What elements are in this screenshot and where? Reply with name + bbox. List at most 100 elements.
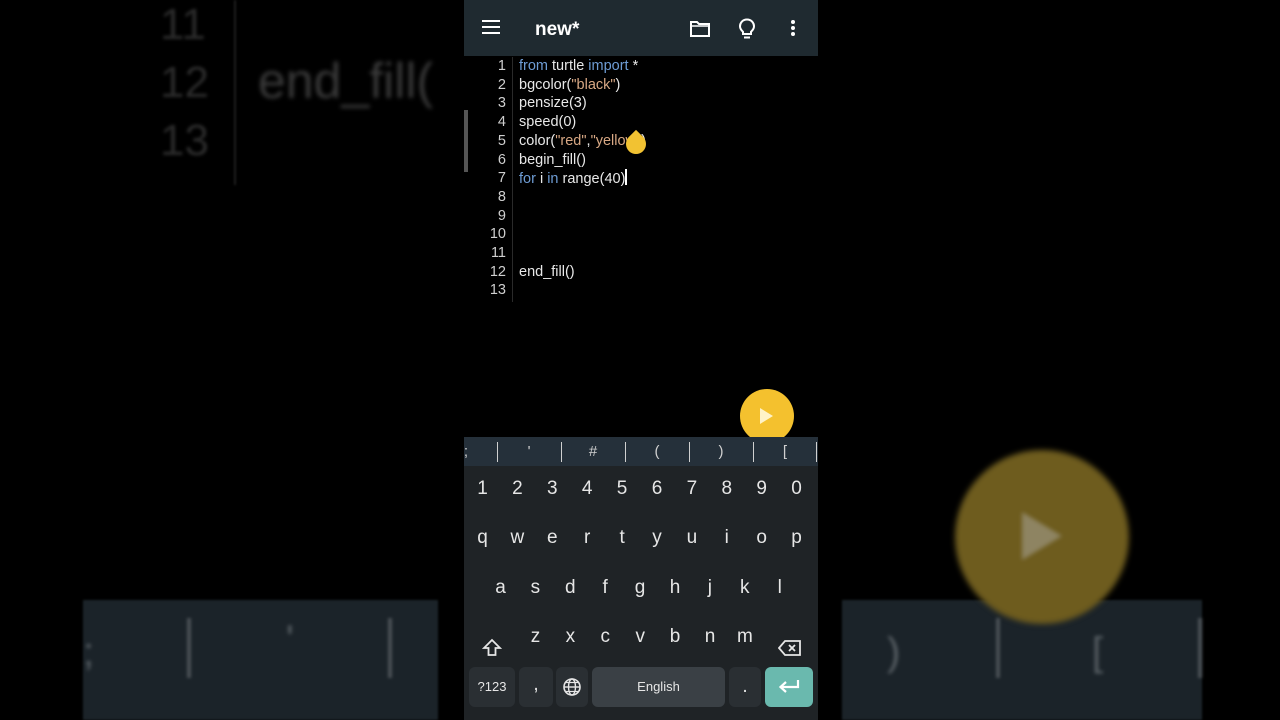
letter-key[interactable]: m <box>727 617 762 657</box>
code-token: begin_fill() <box>519 151 586 168</box>
line-number: 1 <box>497 58 506 74</box>
code-token: turtle <box>548 58 589 74</box>
symbol-key[interactable]: ; <box>464 443 498 460</box>
code-text: speed(0) <box>519 113 576 132</box>
line-number: 3 <box>497 95 506 112</box>
period-key[interactable]: . <box>729 667 761 707</box>
letter-key[interactable]: v <box>623 617 658 657</box>
number-key[interactable]: 8 <box>709 469 744 509</box>
letter-key[interactable]: k <box>727 568 762 608</box>
code-token: end_fill() <box>519 263 575 280</box>
code-line[interactable]: 10 <box>464 225 818 244</box>
line-number: 9 <box>497 207 506 224</box>
more-vert-icon[interactable] <box>791 20 795 36</box>
letter-key[interactable]: g <box>623 568 658 608</box>
bg-symbol: ) <box>887 630 901 674</box>
letter-key[interactable]: r <box>570 518 605 558</box>
symbol-key[interactable]: ) <box>689 443 753 460</box>
letter-key[interactable]: x <box>553 617 588 657</box>
number-key[interactable]: 7 <box>674 469 709 509</box>
code-editor[interactable]: 1 from turtle import * 2 bgcolor("black") 3 p… <box>464 57 818 437</box>
code-line[interactable]: 4 speed(0) <box>464 113 818 132</box>
comma-key[interactable]: , <box>519 667 553 707</box>
symbol-key[interactable]: [ <box>753 443 817 460</box>
bg-code-fragment: end_fill( <box>258 53 434 109</box>
code-text: pensize(3) <box>519 94 587 113</box>
letter-key[interactable]: z <box>518 617 553 657</box>
code-text: begin_fill() <box>519 151 586 170</box>
bg-line-number: 12 <box>160 58 209 107</box>
letter-key[interactable]: i <box>709 518 744 558</box>
symbol-bar: ; ' #()[ <box>464 437 818 466</box>
letter-key[interactable]: q <box>465 518 500 558</box>
code-line[interactable]: 13 <box>464 281 818 300</box>
number-key[interactable]: 3 <box>535 469 570 509</box>
letter-key[interactable]: c <box>588 617 623 657</box>
symbol-key[interactable]: ( <box>625 443 689 460</box>
bg-gutter-divider <box>234 0 236 185</box>
code-token: range(40) <box>558 171 626 188</box>
string-token: "red" <box>555 132 587 149</box>
code-line[interactable]: 8 <box>464 188 818 207</box>
letter-key[interactable]: u <box>674 518 709 558</box>
globe-icon[interactable] <box>556 667 588 707</box>
folder-icon[interactable] <box>690 20 710 42</box>
letter-key[interactable]: b <box>658 617 693 657</box>
letter-key[interactable]: a <box>483 568 518 608</box>
letter-key[interactable]: p <box>779 518 814 558</box>
number-key[interactable]: 5 <box>605 469 640 509</box>
code-line[interactable]: 7 for i in range(40) <box>464 169 818 188</box>
letter-key[interactable]: h <box>658 568 693 608</box>
line-number: 11 <box>490 245 506 261</box>
code-line[interactable]: 9 <box>464 207 818 226</box>
symbol-separator <box>497 442 498 462</box>
symbol-key[interactable]: ' <box>497 443 561 460</box>
lightbulb-icon[interactable] <box>738 18 756 45</box>
number-key[interactable]: 1 <box>465 469 500 509</box>
bg-symbol: [ <box>1092 630 1104 674</box>
letter-key[interactable]: j <box>692 568 727 608</box>
letter-key[interactable]: e <box>535 518 570 558</box>
bg-separator <box>996 618 1000 678</box>
letter-key[interactable]: o <box>744 518 779 558</box>
letter-key[interactable]: l <box>762 568 797 608</box>
letter-key[interactable]: w <box>500 518 535 558</box>
code-line[interactable]: 11 <box>464 244 818 263</box>
backspace-icon[interactable] <box>772 628 807 668</box>
number-key[interactable]: 0 <box>779 469 814 509</box>
symbol-separator <box>625 442 626 462</box>
menu-icon[interactable] <box>482 20 500 36</box>
symbols-key[interactable]: ?123 <box>469 667 515 707</box>
bg-symbol: ' <box>286 618 294 662</box>
code-line[interactable]: 1 from turtle import * <box>464 57 818 76</box>
letter-key[interactable]: f <box>588 568 623 608</box>
shift-icon[interactable] <box>474 628 509 668</box>
bg-play-icon <box>1022 512 1062 560</box>
run-button[interactable] <box>740 389 794 443</box>
line-number: 12 <box>489 263 506 280</box>
line-number: 5 <box>497 132 506 149</box>
line-number: 2 <box>497 76 506 93</box>
letter-key[interactable]: s <box>518 568 553 608</box>
number-key[interactable]: 4 <box>570 469 605 509</box>
letter-key[interactable]: n <box>693 617 728 657</box>
space-key[interactable]: English <box>592 667 725 707</box>
letter-key[interactable]: d <box>553 568 588 608</box>
letter-key[interactable]: t <box>605 518 640 558</box>
code-line[interactable]: 2 bgcolor("black") <box>464 76 818 95</box>
enter-icon[interactable] <box>765 667 813 707</box>
keyword-token: import <box>588 58 629 74</box>
code-line[interactable]: 3 pensize(3) <box>464 94 818 113</box>
number-key[interactable]: 9 <box>744 469 779 509</box>
code-line[interactable]: 12 end_fill() <box>464 263 818 282</box>
code-line[interactable]: 6 begin_fill() <box>464 151 818 170</box>
number-key[interactable]: 2 <box>500 469 535 509</box>
bg-separator <box>1198 618 1202 678</box>
on-screen-keyboard: ?123 , English . 1234567890 qwertyuiop asd… <box>464 466 818 720</box>
code-token: bgcolor( <box>519 76 572 93</box>
line-number: 7 <box>497 170 506 187</box>
number-key[interactable]: 6 <box>640 469 675 509</box>
symbol-key[interactable]: # <box>561 443 625 460</box>
letter-key[interactable]: y <box>640 518 675 558</box>
text-cursor <box>625 169 627 186</box>
